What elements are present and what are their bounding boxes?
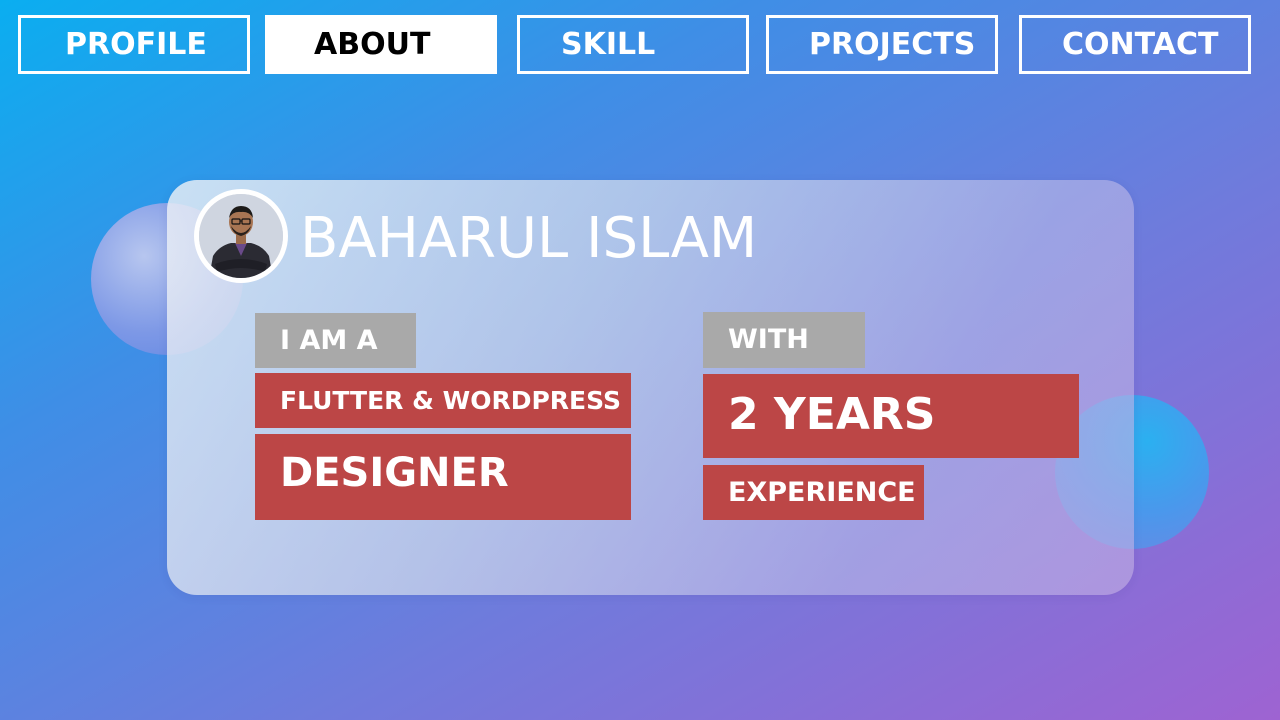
tab-profile[interactable]: PROFILE [18, 15, 250, 74]
person-name: BAHARUL ISLAM [300, 206, 758, 271]
tab-projects[interactable]: PROJECTS [766, 15, 998, 74]
person-photo-icon [199, 194, 283, 278]
years-value: 2 YEARS [703, 374, 1079, 458]
tab-skill[interactable]: SKILL [517, 15, 749, 74]
slide-canvas: PROFILE ABOUT SKILL PROJECTS CONTACT BAH… [0, 0, 1280, 720]
role-line-1: FLUTTER & WORDPRESS [255, 373, 631, 428]
intro-label: I AM A [255, 313, 416, 368]
avatar [194, 189, 288, 283]
experience-label: EXPERIENCE [703, 465, 924, 520]
tab-about[interactable]: ABOUT [265, 15, 497, 74]
tab-contact[interactable]: CONTACT [1019, 15, 1251, 74]
with-label: WITH [703, 312, 865, 368]
role-line-2: DESIGNER [255, 434, 631, 520]
